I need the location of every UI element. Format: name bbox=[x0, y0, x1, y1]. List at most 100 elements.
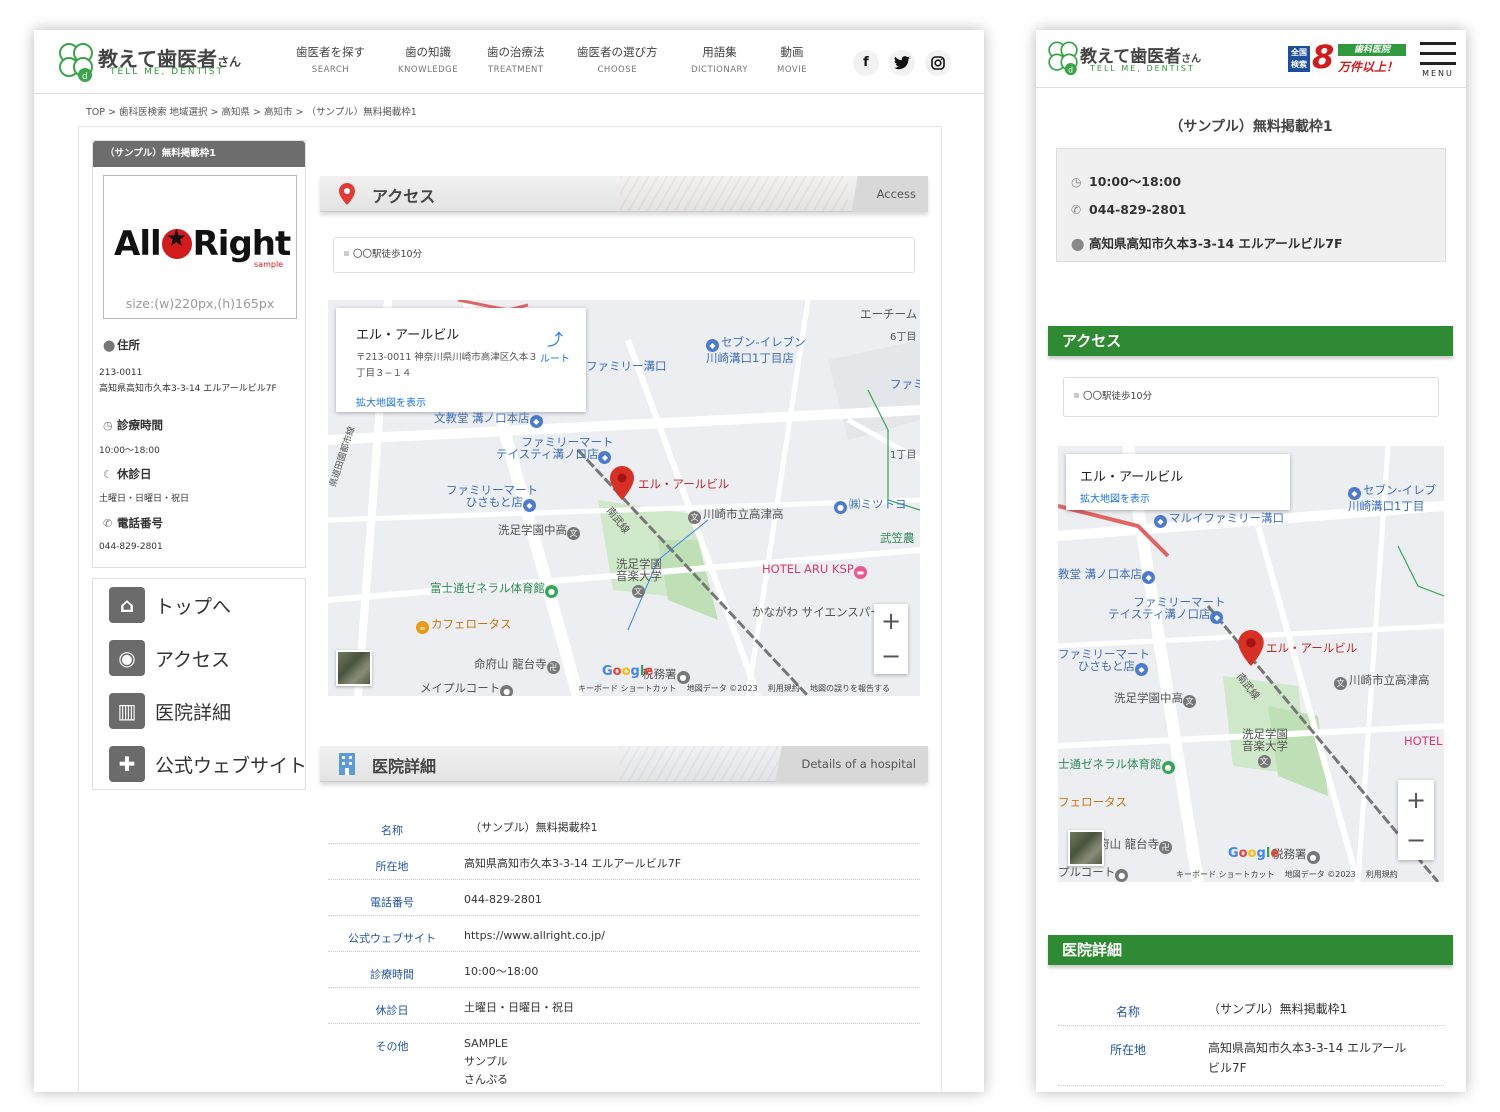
zoom-out-button[interactable]: − bbox=[1398, 820, 1434, 860]
map-place-name: エル・アールビル bbox=[356, 328, 460, 343]
zoom-in-button[interactable]: + bbox=[1398, 780, 1434, 820]
map-pin-icon bbox=[339, 183, 355, 205]
map-terms-link[interactable]: 利用規約 bbox=[768, 684, 800, 693]
map-poi-mitsutoyo[interactable]: ● ㈱ミツトヨ bbox=[834, 496, 907, 514]
map-marker-icon[interactable] bbox=[610, 466, 634, 500]
nav-treatment[interactable]: 歯の治療法 TREATMENT bbox=[487, 44, 545, 75]
menu-line-icon bbox=[1420, 62, 1456, 65]
map-poi-senzoku-mid[interactable]: 洗足学園中高文 bbox=[1114, 690, 1198, 708]
map-poi-hotel[interactable]: HOTEL bbox=[1404, 734, 1442, 748]
zoom-out-button[interactable]: − bbox=[874, 639, 908, 674]
map-poi-senzoku-mid[interactable]: 洗足学園中高文 bbox=[498, 522, 582, 540]
map-poi-kawasaki-high[interactable]: 文川崎市立高津高 bbox=[688, 506, 784, 524]
map-poi-bunkyodo[interactable]: 文教堂 溝ノ口本店 ◆ bbox=[434, 410, 545, 428]
map-marker-icon[interactable] bbox=[1238, 630, 1264, 666]
place-icon: ● bbox=[1115, 869, 1129, 882]
detail-key: 所在地 bbox=[375, 860, 409, 873]
badge-count: 万件以上！ bbox=[1338, 60, 1399, 74]
instagram-icon[interactable] bbox=[925, 50, 951, 76]
map-zoom-control: + − bbox=[874, 604, 908, 674]
mobile-view: d 教えて歯医者さん TELL ME, DENTIST 全国 検索 8 歯科医院… bbox=[1036, 30, 1466, 1092]
website-link[interactable]: https://www.allright.co.jp/ bbox=[464, 927, 605, 945]
map-enlarge-link[interactable]: 拡大地図を表示 bbox=[1080, 490, 1150, 505]
map-place-name: エル・アールビル bbox=[1080, 470, 1184, 485]
map-poi-famima-hisamoto[interactable]: ファミリーマート ひさもと店 ◆ bbox=[446, 484, 538, 512]
map-poi-hotel[interactable]: HOTEL ARU KSP ▬ bbox=[762, 562, 869, 579]
map-poi-zeimusho[interactable]: 税務署 ● bbox=[1272, 846, 1322, 864]
map-poi-cafe[interactable]: ☕ カフェロータス bbox=[416, 616, 512, 634]
bullet-icon bbox=[1074, 393, 1079, 398]
map-poi-senzoku-music[interactable]: 洗足学園 音楽大学文 bbox=[1242, 728, 1288, 768]
map-poi-famima-kawasaki[interactable]: ファミ 川崎 bbox=[890, 378, 920, 390]
listing-count-badge: 全国 検索 8 歯科医院 万件以上！ bbox=[1288, 38, 1408, 76]
map-footer: キーボード ショートカット 地図データ ©2023 利用規約 地図の誤りを報告す… bbox=[578, 683, 890, 694]
google-map[interactable]: エル・アールビル 〒213-0011 神奈川県川崎市高津区久本３丁目３−１４ 拡… bbox=[328, 300, 920, 696]
map-poi-famima-hisamoto[interactable]: ファミリーマート ひさもと店 ◆ bbox=[1058, 648, 1150, 676]
detail-row-hours: 診療時間 10:00〜18:00 bbox=[328, 960, 920, 988]
map-shortcuts-link[interactable]: キーボード ショートカット bbox=[578, 684, 677, 693]
map-place-address: 〒213-0011 神奈川県川崎市高津区久本３丁目３−１４ bbox=[356, 352, 538, 379]
hamburger-menu-button[interactable]: MENU bbox=[1420, 42, 1456, 78]
postal-code: 213-0011 bbox=[99, 368, 143, 378]
map-route-button[interactable]: ⤴ ルート bbox=[540, 326, 570, 365]
nav-choose[interactable]: 歯医者の選び方 CHOOSE bbox=[577, 44, 658, 75]
zoom-in-button[interactable]: + bbox=[874, 604, 908, 639]
map-poi-famima-teisty[interactable]: ファミリーマート テイスティ溝ノ口店 ◆ bbox=[496, 436, 613, 464]
map-poi-ryodaiji[interactable]: 府山 龍台寺卍 bbox=[1098, 836, 1174, 854]
map-poi-cafe[interactable]: フェロータス bbox=[1058, 794, 1127, 810]
map-poi-seven[interactable]: ◆ セブン-イレブ 川崎溝口1丁目 bbox=[1348, 484, 1436, 513]
map-poi-maple[interactable]: メイプルコート ● bbox=[420, 680, 515, 696]
map-info-window: エル・アールビル 〒213-0011 神奈川県川崎市高津区久本３丁目３−１４ 拡… bbox=[336, 308, 586, 412]
shop-icon: ◆ bbox=[1142, 571, 1156, 584]
nav-knowledge[interactable]: 歯の知識 KNOWLEDGE bbox=[398, 44, 458, 75]
site-logo[interactable]: d 教えて歯医者さん TELL ME, DENTIST bbox=[54, 39, 254, 85]
breadcrumb[interactable]: TOP > 歯科医検索 地域選択 > 高知県 > 高知市 > （サンプル）無料掲… bbox=[86, 104, 417, 118]
map-poi-science-park[interactable]: かながわ サイエンスパーク bbox=[752, 606, 893, 618]
side-nav-label: 公式ウェブサイト bbox=[155, 755, 308, 777]
nav-search[interactable]: 歯医者を探す SEARCH bbox=[296, 44, 365, 75]
side-nav-top[interactable]: ⌂ トップへ bbox=[109, 587, 299, 625]
logo-text-left: All bbox=[114, 224, 162, 264]
closed-label: 休診日 bbox=[117, 467, 152, 481]
clover-logo-icon: d bbox=[1048, 41, 1078, 76]
twitter-icon[interactable] bbox=[889, 50, 915, 76]
detail-value: 高知県高知市久本3-3-14 エルアールビル7F bbox=[464, 857, 682, 870]
mobile-access-heading: アクセス bbox=[1048, 326, 1453, 356]
map-poi-kawasaki-high[interactable]: 文川崎市立高津高 bbox=[1334, 672, 1430, 690]
mobile-phone[interactable]: 044-829-2801 bbox=[1089, 202, 1186, 217]
map-enlarge-link[interactable]: 拡大地図を表示 bbox=[356, 394, 426, 409]
side-nav-website[interactable]: ✚ 公式ウェブサイト bbox=[109, 746, 307, 784]
nav-dictionary[interactable]: 用語集 DICTIONARY bbox=[691, 44, 748, 75]
home-icon: ⌂ bbox=[109, 587, 145, 623]
map-poi-ryodaiji[interactable]: 命府山 龍台寺卍 bbox=[474, 656, 562, 674]
map-poi-fujitsu[interactable]: 士通ゼネラル体育館 ● bbox=[1058, 756, 1177, 774]
logo-sample-mark: sample bbox=[254, 260, 284, 269]
side-nav-label: トップへ bbox=[155, 596, 232, 618]
mobile-map-info-window: エル・アールビル 拡大地図を表示 bbox=[1066, 454, 1290, 510]
map-poi-seven[interactable]: ◆ セブン-イレブン 川崎溝口1丁目店 bbox=[706, 336, 806, 365]
map-poi-fujitsu[interactable]: 富士通ゼネラル体育館 ● bbox=[430, 580, 560, 598]
shop-icon: ◆ bbox=[523, 499, 536, 512]
map-poi-famima-teisty[interactable]: ファミリーマート テイスティ溝ノ口店 ◆ bbox=[1108, 596, 1225, 624]
map-poi-maple[interactable]: プルコート ● bbox=[1058, 864, 1130, 882]
map-terms-link[interactable]: 利用規約 bbox=[1366, 870, 1398, 879]
map-poi-senzoku-music[interactable]: 洗足学園 音楽大学文 bbox=[616, 558, 662, 598]
facebook-icon[interactable]: f bbox=[853, 50, 879, 76]
address-value: 高知県高知市久本3-3-14 エルアールビル7F bbox=[99, 384, 277, 394]
satellite-toggle[interactable] bbox=[336, 650, 372, 686]
phone-icon: ✆ bbox=[1071, 203, 1082, 217]
side-nav-access[interactable]: ◉ アクセス bbox=[109, 640, 299, 678]
pin-icon: ◉ bbox=[109, 640, 145, 676]
mobile-google-map[interactable]: エル・アールビル 拡大地図を表示 ◆ セブン-イレブ 川崎溝口1丁目 ◆ マルイファ… bbox=[1058, 446, 1444, 882]
mobile-site-logo[interactable]: d 教えて歯医者さん TELL ME, DENTIST bbox=[1044, 38, 1244, 84]
nav-movie[interactable]: 動画 MOVIE bbox=[777, 44, 807, 75]
nav-sublabel: SEARCH bbox=[311, 65, 350, 75]
school-icon: 文 bbox=[1257, 755, 1271, 768]
map-poi-bunkyodo[interactable]: 教堂 溝ノ口本店 ◆ bbox=[1058, 566, 1157, 584]
satellite-toggle[interactable] bbox=[1068, 830, 1104, 866]
side-nav-details[interactable]: ▥ 医院詳細 bbox=[109, 693, 299, 731]
map-shortcuts-link[interactable]: キーボード ショートカット bbox=[1176, 870, 1275, 879]
map-poi-famima-mizonokuchi[interactable]: ◆ マルイファミリー溝口 bbox=[1154, 510, 1284, 528]
map-poi-famima-mizonokuchi[interactable]: ファミリー溝口 bbox=[586, 358, 667, 374]
map-report-link[interactable]: 地図の誤りを報告する bbox=[810, 684, 890, 693]
